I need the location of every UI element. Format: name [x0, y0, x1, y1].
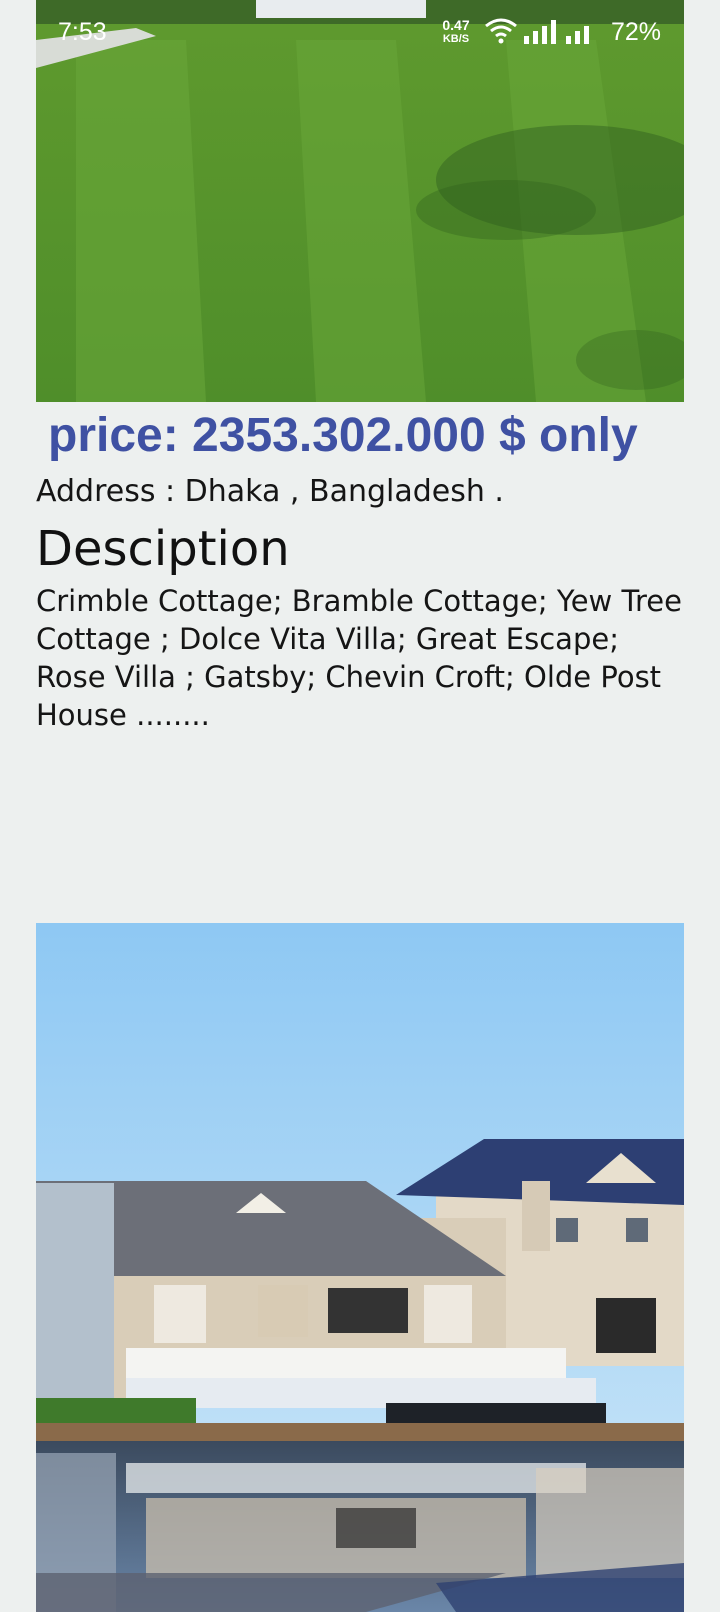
network-speed-unit: KB/S — [442, 33, 470, 45]
description-text: Crimble Cottage; Bramble Cottage; Yew Tr… — [36, 584, 682, 732]
status-bar: 7:53 0.47 KB/S 72% — [0, 0, 720, 64]
wifi-icon — [484, 18, 518, 49]
status-time: 7:53 — [58, 18, 107, 46]
listing-price: price: 2353.302.000 $ only — [48, 409, 638, 462]
signal-icon — [524, 20, 560, 49]
listing-address: Address : Dhaka , Bangladesh . — [36, 474, 504, 509]
listing-photo-house[interactable] — [36, 923, 684, 1612]
signal-icon-secondary — [566, 24, 594, 49]
network-speed-value: 0.47 — [442, 17, 470, 33]
battery-level: 72% — [611, 18, 662, 46]
description-heading: Desciption — [36, 521, 290, 577]
network-speed: 0.47 KB/S — [439, 18, 473, 46]
